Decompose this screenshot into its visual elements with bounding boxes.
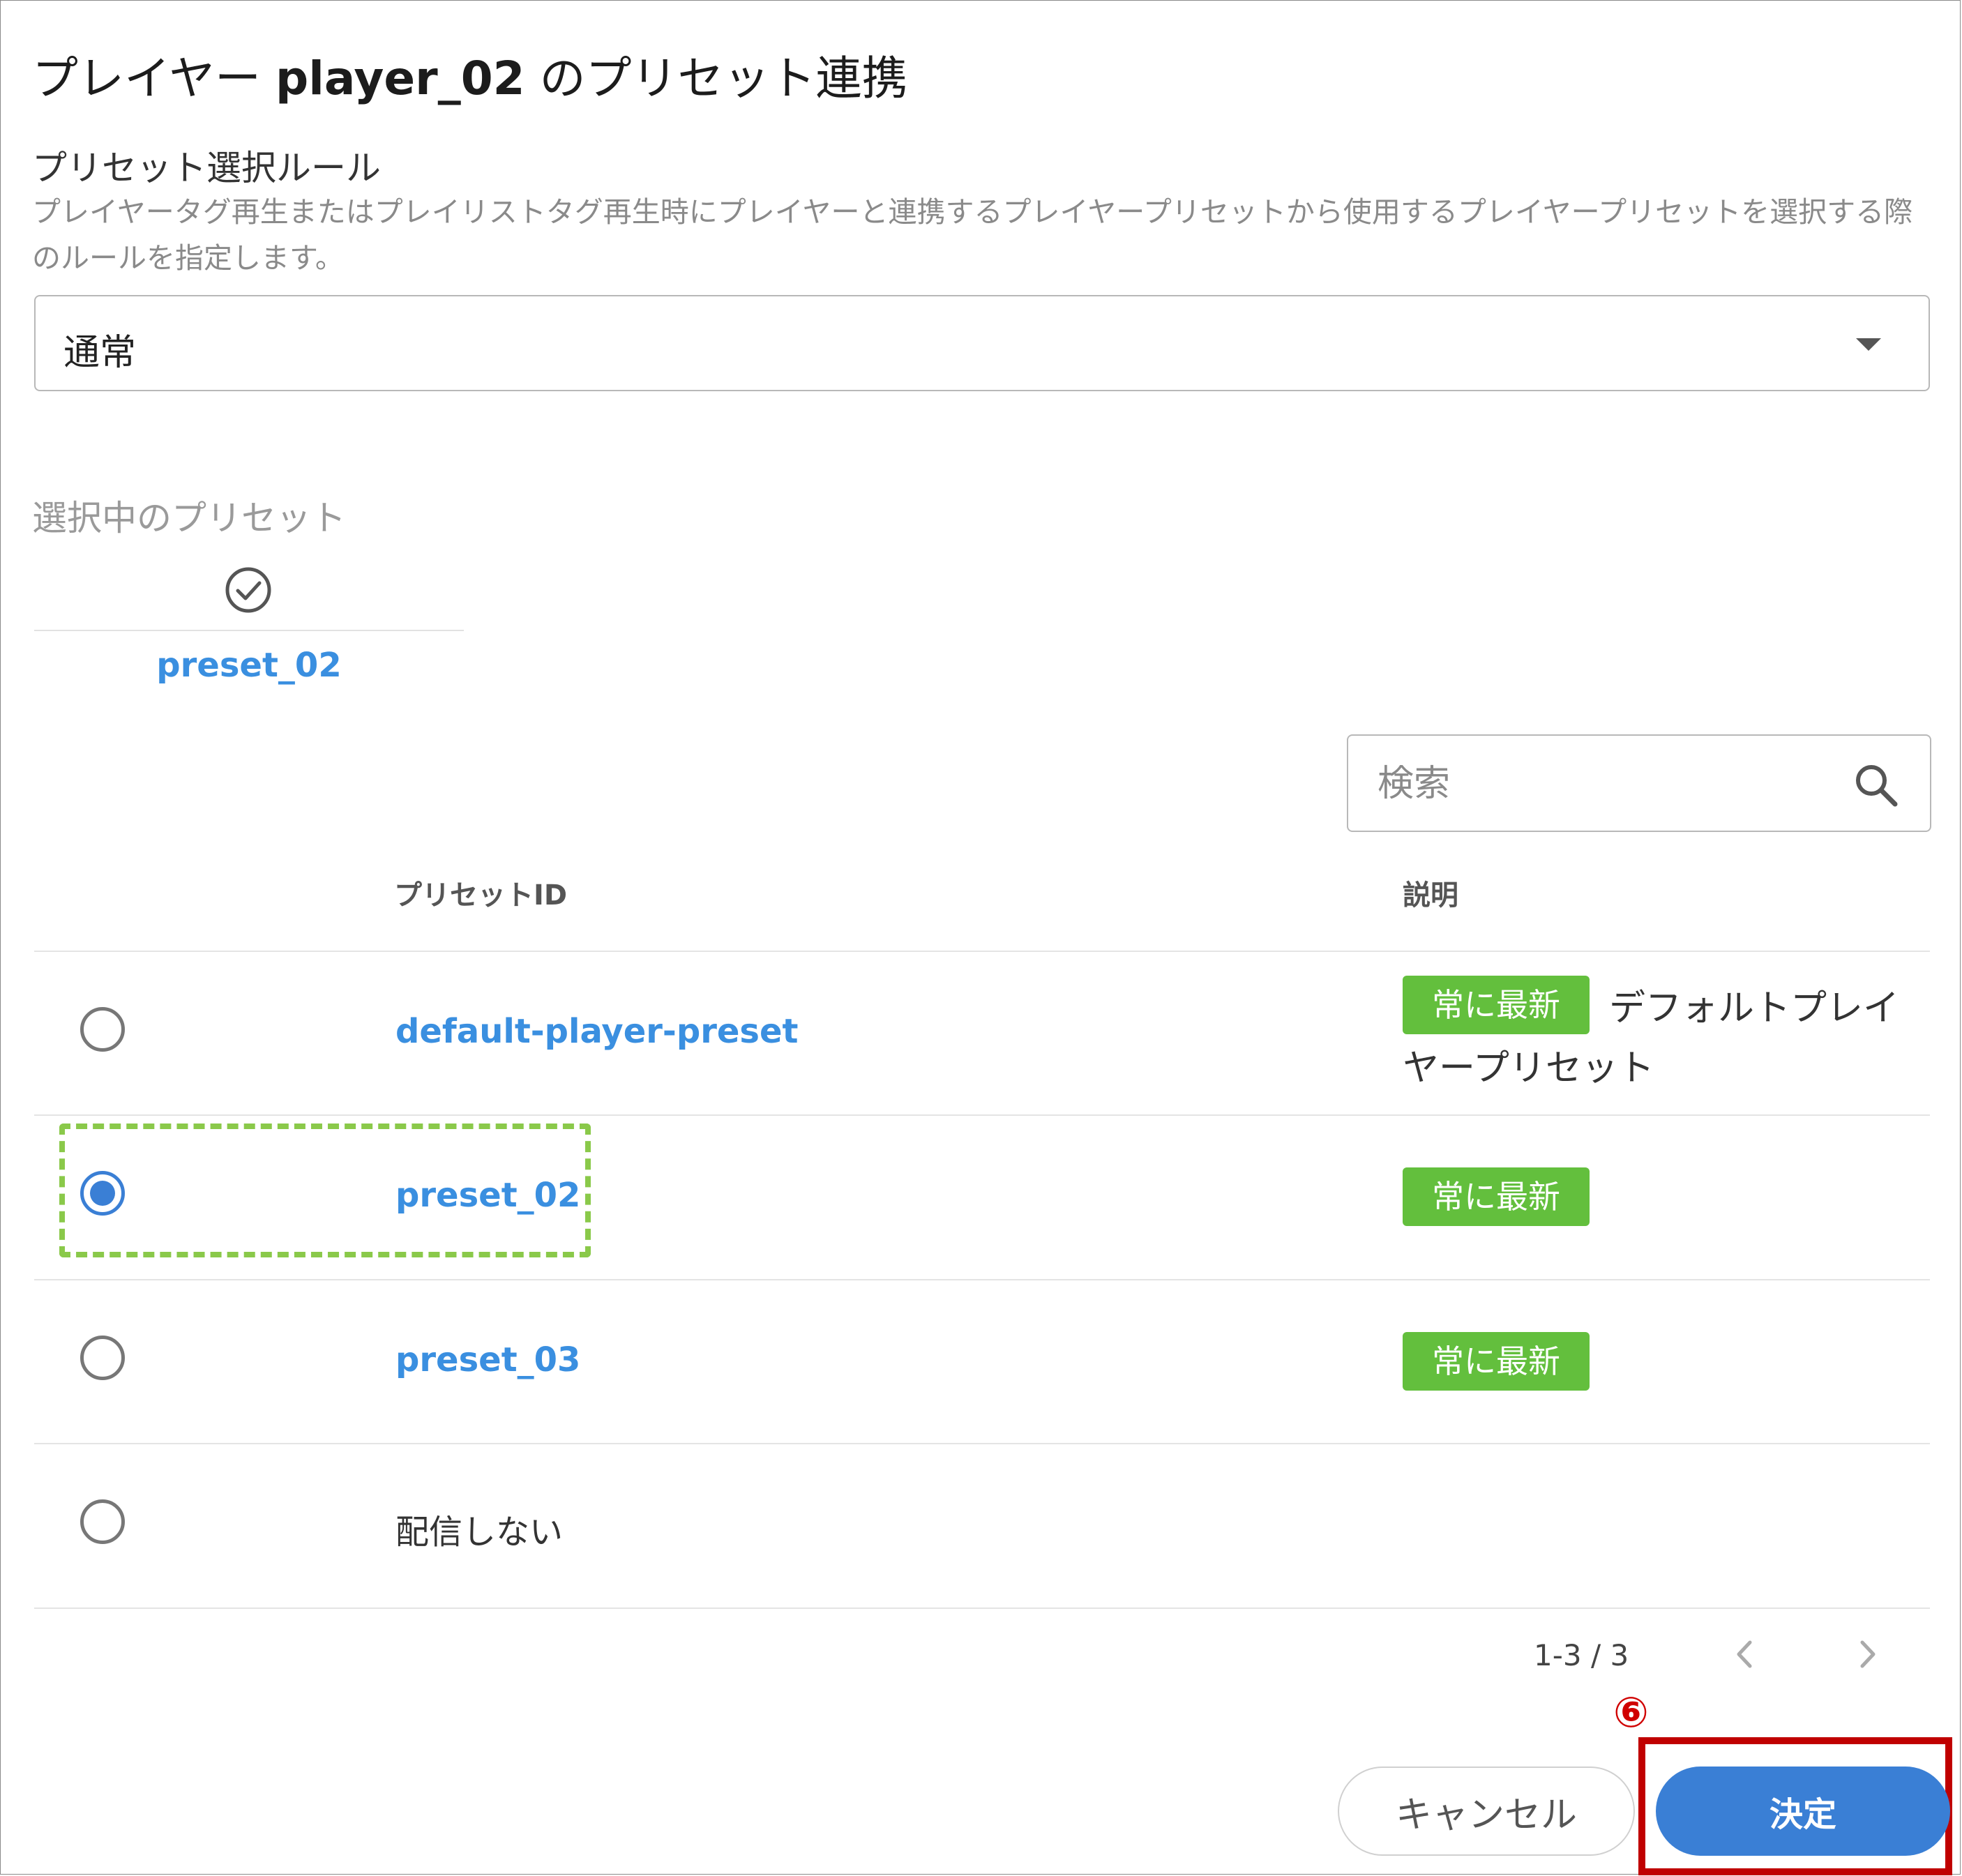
column-header-preset-id: プリセットID [394, 879, 568, 911]
cancel-button[interactable]: キャンセル [1338, 1767, 1635, 1856]
selected-preset-value[interactable]: preset_02 [34, 646, 464, 685]
table-row-divider [34, 1443, 1930, 1444]
rule-label: プリセット選択ルール [32, 148, 381, 188]
table-divider [34, 951, 1930, 952]
preset-id-link[interactable]: default-player-preset [395, 1012, 799, 1051]
no-delivery-label: 配信しない [395, 1513, 564, 1552]
table-row-divider [34, 1608, 1930, 1609]
confirm-button[interactable]: 決定 [1656, 1767, 1950, 1856]
always-latest-badge: 常に最新 [1403, 1167, 1590, 1226]
radio-preset-02[interactable] [80, 1171, 125, 1216]
selected-preset-label: 選択中のプリセット [32, 498, 346, 538]
search-box[interactable] [1347, 734, 1931, 832]
preset-description: ヤープリセット [1403, 1047, 1654, 1089]
chevron-right-icon[interactable] [1843, 1630, 1892, 1679]
dialog-title: プレイヤー player_02 のプリセット連携 [32, 52, 908, 105]
dialog: プレイヤー player_02 のプリセット連携 プリセット選択ルール プレイヤ… [0, 0, 1961, 1875]
caret-down-icon [1856, 338, 1881, 351]
radio-preset-03[interactable] [80, 1336, 125, 1380]
pagination-range: 1-3 / 3 [1534, 1638, 1629, 1672]
table-row-divider [34, 1114, 1930, 1116]
radio-default-player-preset[interactable] [80, 1007, 125, 1052]
column-header-description: 説明 [1403, 879, 1458, 911]
preset-description: デフォルトプレイ [1609, 988, 1900, 1029]
preset-id-link[interactable]: preset_03 [395, 1340, 580, 1379]
radio-no-delivery[interactable] [80, 1499, 125, 1544]
preset-id-link[interactable]: preset_02 [395, 1176, 580, 1215]
chevron-left-icon[interactable] [1721, 1630, 1769, 1679]
search-input[interactable] [1376, 757, 1825, 811]
rule-select[interactable]: 通常 [34, 295, 1930, 391]
step-number-annotation: ⑥ [1613, 1688, 1649, 1737]
check-circle-icon [225, 567, 271, 613]
table-row-divider [34, 1279, 1930, 1280]
selected-preset-divider [34, 630, 464, 631]
always-latest-badge: 常に最新 [1403, 976, 1590, 1034]
rule-select-value: 通常 [63, 332, 137, 374]
search-icon[interactable] [1852, 761, 1901, 810]
always-latest-badge: 常に最新 [1403, 1332, 1590, 1391]
rule-description: プレイヤータグ再生またはプレイリストタグ再生時にプレイヤーと連携するプレイヤープ… [32, 195, 1913, 275]
